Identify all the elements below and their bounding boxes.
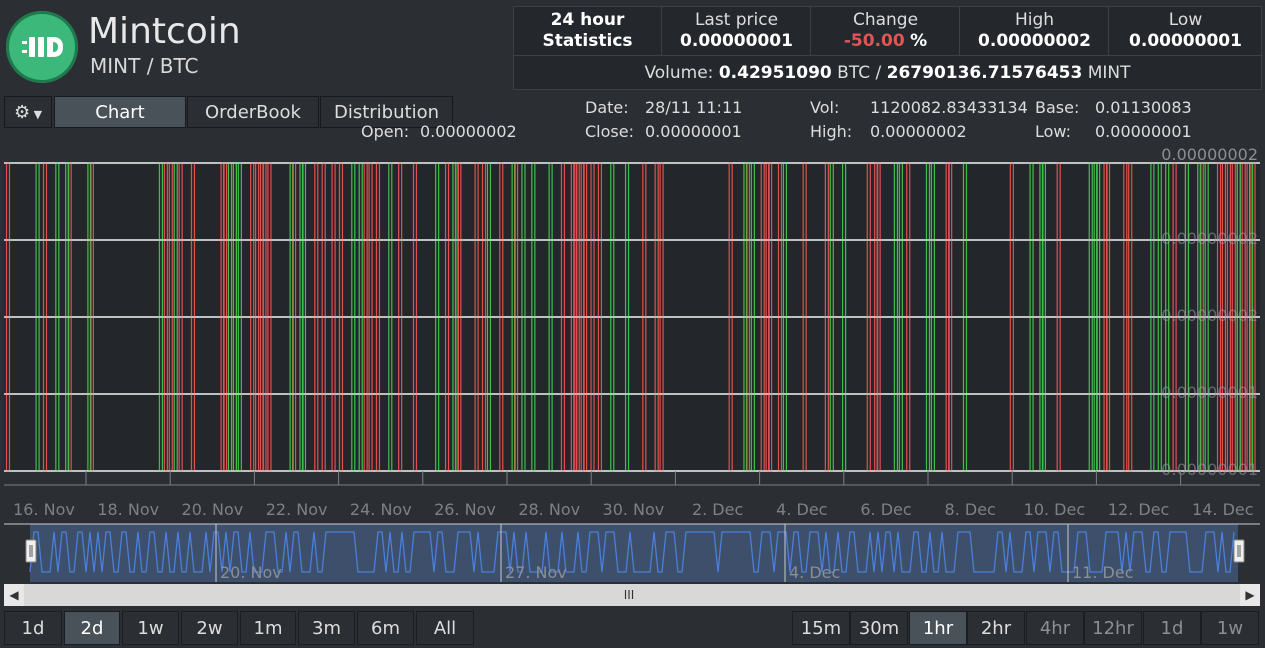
range-button-2w[interactable]: 2w [181, 611, 238, 645]
interval-button-1hr[interactable]: 1hr [909, 611, 967, 645]
x-tick-label: 14. Dec [1192, 500, 1254, 515]
x-tick-label: 28. Nov [518, 500, 580, 515]
x-tick-label: 22. Nov [266, 500, 328, 515]
settings-dropdown-button[interactable]: ⚙ ▼ [4, 96, 52, 128]
volume-label: Volume: [644, 63, 714, 83]
y-tick-label: 0.00000002 [1161, 229, 1258, 248]
high-value: 0.00000002 [978, 31, 1091, 51]
vol-label: Vol: [810, 98, 840, 117]
tab-chart[interactable]: Chart [54, 96, 186, 128]
y-tick-label: 0.00000002 [1161, 306, 1258, 325]
change-label: Change [852, 10, 919, 30]
gear-icon: ⚙ [13, 102, 31, 123]
x-tick-label: 10. Dec [1024, 500, 1086, 515]
trading-pair: MINT / BTC [90, 54, 199, 78]
stats-title-line1: 24 hour [550, 10, 625, 30]
interval-button-1w[interactable]: 1w [1201, 611, 1259, 645]
high-label: High [1014, 10, 1055, 30]
chevron-down-icon: ▼ [30, 108, 43, 121]
y-tick-label: 0.00000001 [1161, 460, 1258, 479]
x-tick-label: 16. Nov [13, 500, 75, 515]
x-tick-label: 4. Dec [776, 500, 827, 515]
range-button-1w[interactable]: 1w [122, 611, 179, 645]
navigator-label: 27. Nov [505, 563, 567, 582]
low-stat: Low 0.00000001 [1110, 7, 1261, 55]
change-stat: Change -50.00 % [812, 7, 960, 55]
x-tick-label: 12. Dec [1108, 500, 1170, 515]
low-value: 0.00000001 [1095, 122, 1192, 141]
price-chart[interactable]: 0.00000002 0.00000002 0.00000002 0.00000001… [4, 145, 1260, 515]
range-button-1d[interactable]: 1d [4, 611, 62, 645]
navigator-handle[interactable] [1233, 539, 1245, 563]
y-tick-label: 0.00000001 [1161, 383, 1258, 402]
volume-mint-unit: MINT [1087, 63, 1131, 83]
open-label: Open: [361, 122, 410, 141]
base-label: Base: [1035, 98, 1080, 117]
stats-title: 24 hour Statistics [514, 7, 662, 55]
navigator-label: 11. Dec [1072, 563, 1134, 582]
x-tick-label: 6. Dec [860, 500, 911, 515]
navigator-label: 20. Nov [220, 563, 282, 582]
volume-btc-unit: BTC / [837, 63, 882, 83]
range-button-3m[interactable]: 3m [298, 611, 355, 645]
vol-value: 1120082.83433134 [870, 98, 1028, 117]
scroll-left-button[interactable]: ◀ [4, 584, 24, 606]
date-label: Date: [585, 98, 629, 117]
close-value: 0.00000001 [645, 122, 742, 141]
range-button-2d[interactable]: 2d [64, 611, 120, 645]
open-value: 0.00000002 [420, 122, 517, 141]
x-tick-label: 8. Dec [945, 500, 996, 515]
scroll-right-button[interactable]: ▶ [1240, 584, 1260, 606]
volume-btc: 0.42951090 [718, 63, 832, 83]
volume-mint: 26790136.71576453 [886, 63, 1083, 83]
x-tick-label: 24. Nov [350, 500, 412, 515]
last-price-value: 0.00000001 [680, 31, 793, 51]
base-value: 0.01130083 [1095, 98, 1192, 117]
close-label: Close: [585, 122, 634, 141]
x-tick-label: 2. Dec [692, 500, 743, 515]
x-tick-label: 18. Nov [97, 500, 159, 515]
chart-scrollbar[interactable]: ◀ III ▶ [4, 584, 1260, 606]
last-price-stat: Last price 0.00000001 [663, 7, 811, 55]
interval-button-4hr[interactable]: 4hr [1026, 611, 1084, 645]
interval-button-12hr[interactable]: 12hr [1084, 611, 1142, 645]
x-tick-label: 30. Nov [603, 500, 665, 515]
last-price-label: Last price [694, 10, 779, 30]
high-value: 0.00000002 [870, 122, 967, 141]
date-value: 28/11 11:11 [645, 98, 743, 117]
interval-button-1d[interactable]: 1d [1143, 611, 1201, 645]
interval-button-30m[interactable]: 30m [850, 611, 908, 645]
navigator-handle[interactable] [25, 539, 37, 563]
mintcoin-logo-icon [6, 11, 78, 83]
stats-title-line2: Statistics [542, 31, 633, 51]
x-tick-label: 26. Nov [434, 500, 496, 515]
high-label: High: [810, 122, 853, 141]
coin-name: Mintcoin [88, 11, 241, 52]
navigator-selection[interactable] [30, 524, 1238, 582]
range-button-all[interactable]: All [416, 611, 474, 645]
y-tick-label: 0.00000002 [1161, 145, 1258, 164]
change-unit: % [910, 31, 928, 51]
range-button-6m[interactable]: 6m [357, 611, 414, 645]
stats-panel: 24 hour Statistics Last price 0.00000001… [513, 6, 1262, 90]
low-value: 0.00000001 [1129, 31, 1242, 51]
low-label: Low [1168, 10, 1203, 30]
interval-button-2hr[interactable]: 2hr [967, 611, 1025, 645]
x-tick-label: 20. Nov [182, 500, 244, 515]
volume-row: Volume: 0.42951090 BTC / 26790136.715764… [514, 55, 1261, 90]
tab-orderbook[interactable]: OrderBook [187, 96, 319, 128]
high-stat: High 0.00000002 [961, 7, 1109, 55]
range-button-1m[interactable]: 1m [240, 611, 296, 645]
navigator-label: 4. Dec [789, 563, 840, 582]
scroll-grip[interactable]: III [614, 587, 644, 603]
interval-button-15m[interactable]: 15m [792, 611, 850, 645]
navigator-chart[interactable]: 20. Nov 27. Nov 4. Dec 11. Dec [4, 520, 1260, 584]
change-value: -50.00 [843, 31, 905, 51]
low-label: Low: [1035, 122, 1072, 141]
